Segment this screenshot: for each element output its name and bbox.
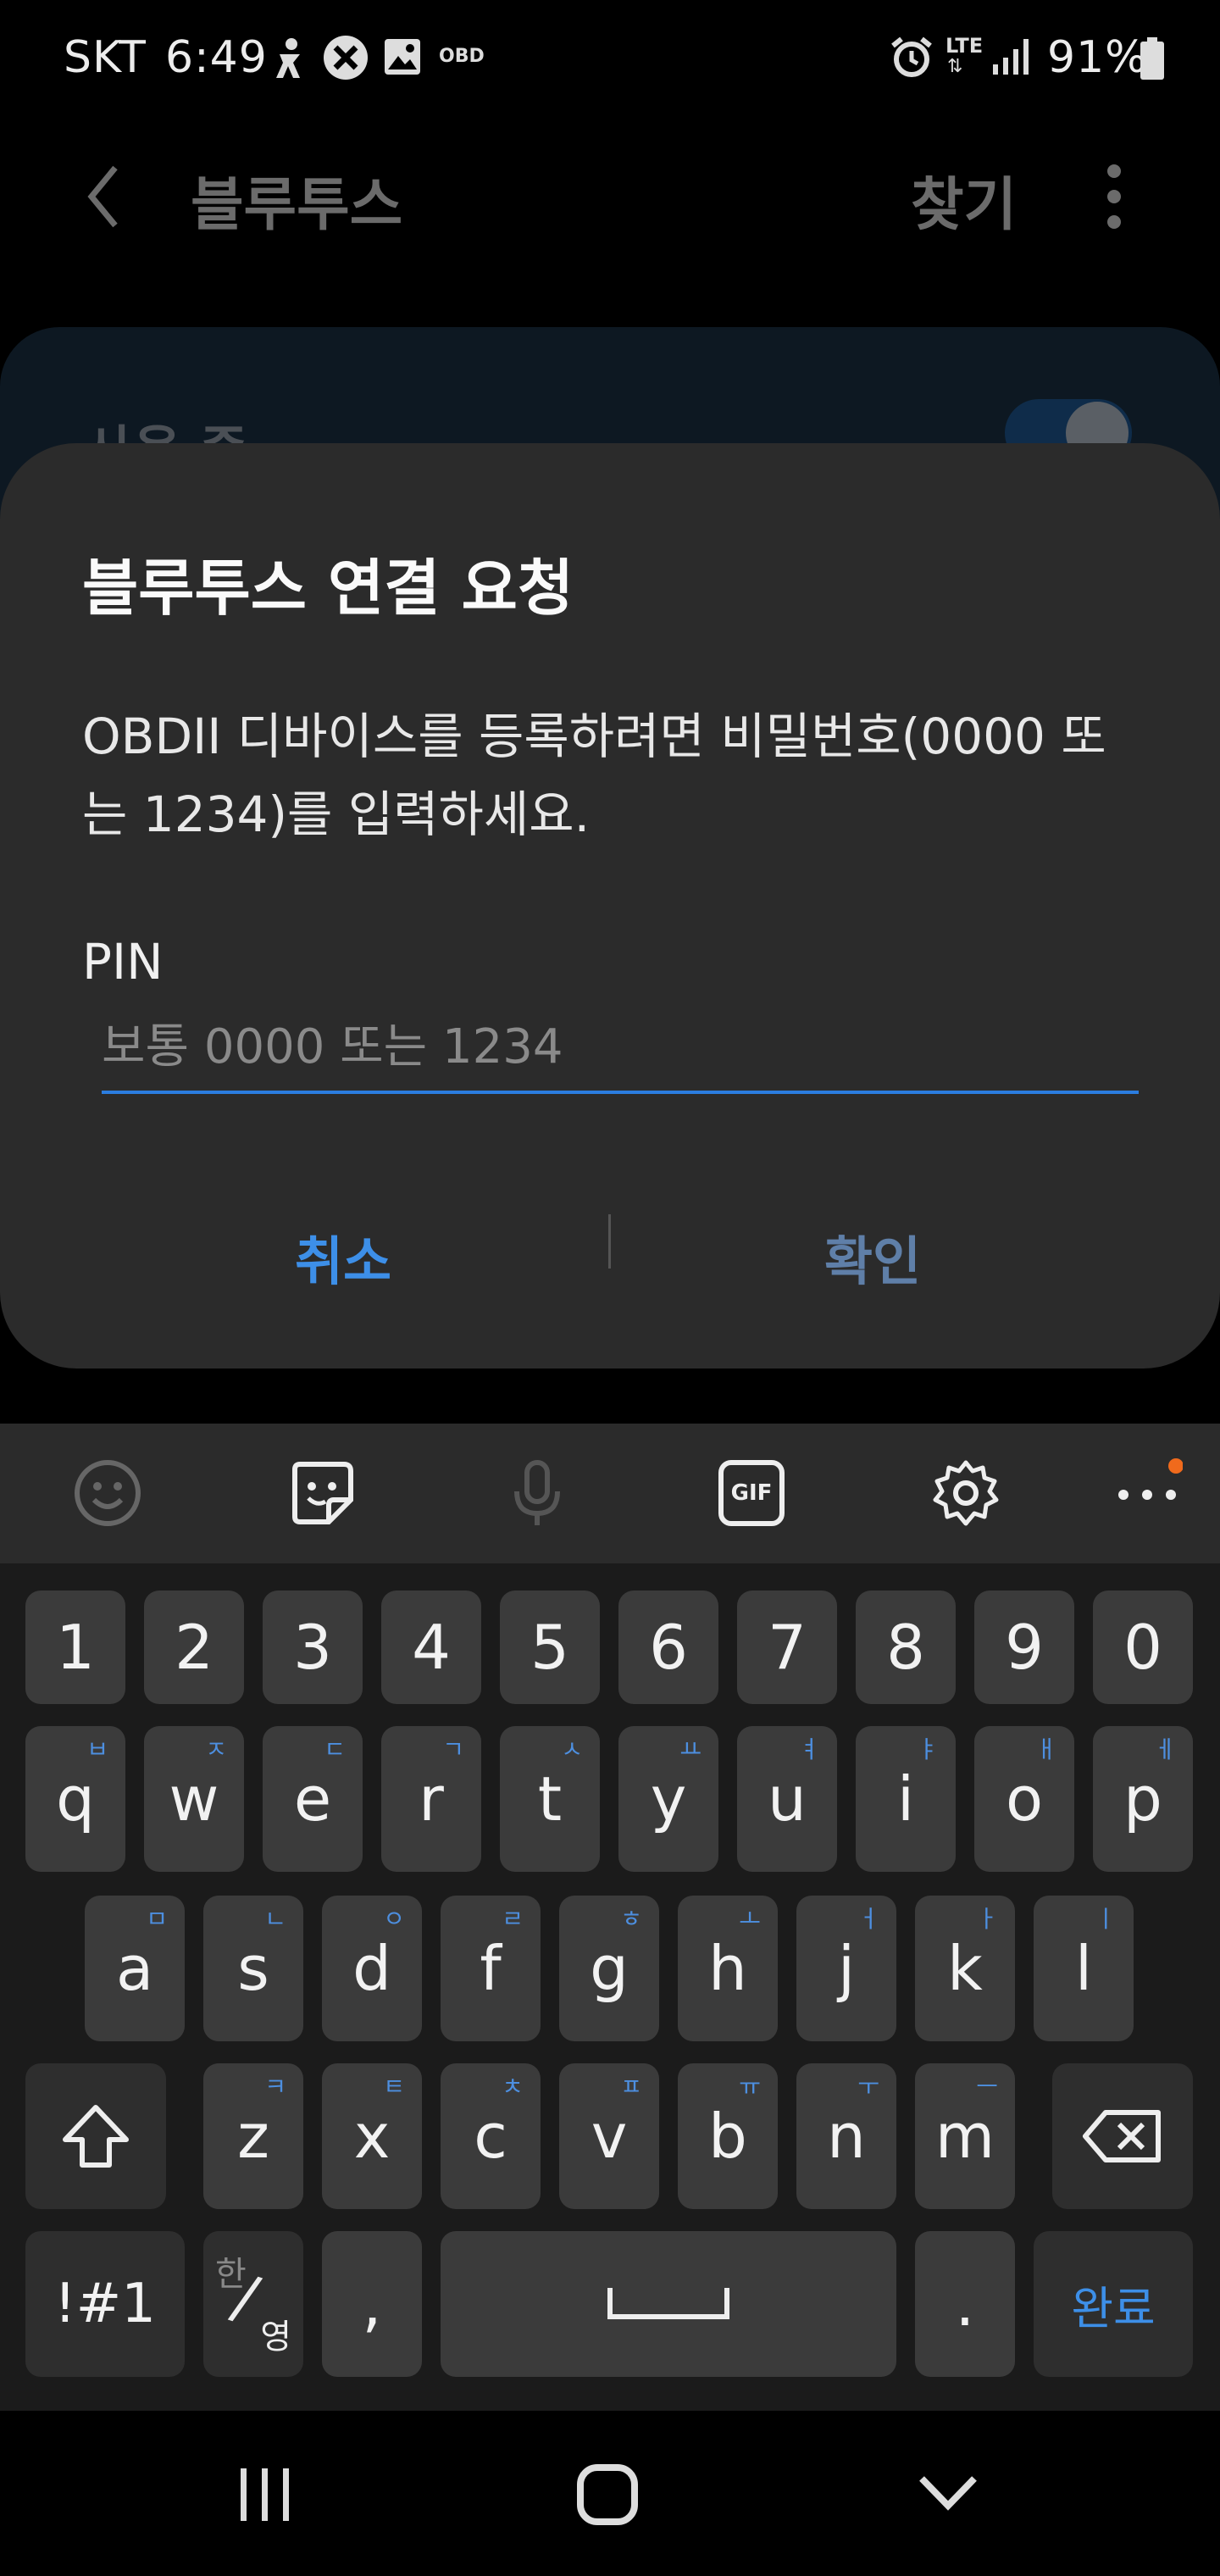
shift-icon	[63, 2105, 129, 2168]
key-s[interactable]: sㄴ	[203, 1896, 303, 2041]
home-icon[interactable]	[576, 2463, 639, 2529]
key-v[interactable]: vㅍ	[559, 2063, 659, 2209]
page-title: 블루투스	[191, 172, 403, 239]
key-n[interactable]: nㅜ	[796, 2063, 896, 2209]
space-key[interactable]	[441, 2231, 896, 2377]
more-icon[interactable]	[1112, 1457, 1183, 1529]
comma-key[interactable]: ,	[322, 2231, 422, 2377]
space-icon	[607, 2288, 729, 2319]
key-u[interactable]: uㅕ	[737, 1726, 837, 1872]
cancel-button[interactable]: 취소	[106, 1189, 580, 1324]
keyboard: 1 2 3 4 5 6 7 8 9 0 qㅂ wㅈ eㄷ rㄱ tㅅ yㅛ uㅕ…	[0, 1563, 1220, 2411]
symbols-key[interactable]: !#1	[25, 2231, 185, 2377]
search-button[interactable]: 찾기	[911, 158, 1017, 242]
key-l[interactable]: lㅣ	[1034, 1896, 1134, 2041]
key-j[interactable]: jㅓ	[796, 1896, 896, 2041]
key-e[interactable]: eㄷ	[263, 1726, 363, 1872]
lang-english-label: 영	[260, 2318, 291, 2357]
gif-icon[interactable]: GIF	[716, 1457, 787, 1529]
key-b[interactable]: bㅠ	[678, 2063, 778, 2209]
key-1[interactable]: 1	[25, 1591, 125, 1704]
key-d[interactable]: dㅇ	[322, 1896, 422, 2041]
gif-label: GIF	[730, 1480, 773, 1506]
signal-icon	[991, 37, 1030, 80]
backspace-icon	[1083, 2110, 1161, 2162]
obd-notification: OBD	[439, 46, 485, 67]
period-key[interactable]: .	[915, 2231, 1015, 2377]
language-switch-key[interactable]: 한 / 영	[203, 2231, 303, 2377]
blocked-app-icon	[322, 34, 369, 85]
backspace-key[interactable]	[1052, 2063, 1193, 2209]
key-r[interactable]: rㄱ	[381, 1726, 481, 1872]
microphone-icon[interactable]	[502, 1457, 573, 1529]
key-h[interactable]: hㅗ	[678, 1896, 778, 2041]
key-z[interactable]: zㅋ	[203, 2063, 303, 2209]
key-8[interactable]: 8	[856, 1591, 956, 1704]
clock: 6:49	[165, 32, 268, 83]
key-y[interactable]: yㅛ	[618, 1726, 718, 1872]
confirm-button[interactable]: 확인	[635, 1189, 1110, 1324]
done-key[interactable]: 완료	[1034, 2231, 1193, 2377]
recent-apps-icon[interactable]	[237, 2465, 293, 2528]
status-bar: SKT 6:49 OBD LTE ⇅ 91%	[0, 0, 1220, 119]
key-t[interactable]: tㅅ	[500, 1726, 600, 1872]
key-m[interactable]: mㅡ	[915, 2063, 1015, 2209]
key-w[interactable]: wㅈ	[144, 1726, 244, 1872]
key-3[interactable]: 3	[263, 1591, 363, 1704]
dialog-message: OBDII 디바이스를 등록하려면 비밀번호(0000 또는 1234)를 입력…	[82, 708, 1106, 843]
key-i[interactable]: iㅑ	[856, 1726, 956, 1872]
emoji-icon[interactable]	[72, 1457, 143, 1529]
accessibility-icon	[271, 37, 308, 85]
settings-icon[interactable]	[930, 1457, 1001, 1529]
sticker-icon[interactable]	[286, 1457, 358, 1529]
key-9[interactable]: 9	[974, 1591, 1074, 1704]
pin-label: PIN	[82, 933, 164, 991]
key-p[interactable]: pㅔ	[1093, 1726, 1193, 1872]
more-options-icon[interactable]	[1106, 163, 1123, 234]
key-o[interactable]: oㅐ	[974, 1726, 1074, 1872]
shift-key[interactable]	[25, 2063, 166, 2209]
key-f[interactable]: fㄹ	[441, 1896, 541, 2041]
key-4[interactable]: 4	[381, 1591, 481, 1704]
network-type: LTE	[946, 34, 984, 58]
key-7[interactable]: 7	[737, 1591, 837, 1704]
back-icon[interactable]	[85, 163, 122, 234]
navigation-bar	[0, 2411, 1220, 2576]
key-5[interactable]: 5	[500, 1591, 600, 1704]
key-c[interactable]: cㅊ	[441, 2063, 541, 2209]
key-x[interactable]: xㅌ	[322, 2063, 422, 2209]
battery-percent: 91%	[1047, 32, 1148, 83]
key-g[interactable]: gㅎ	[559, 1896, 659, 2041]
button-divider	[608, 1214, 611, 1269]
key-q[interactable]: qㅂ	[25, 1726, 125, 1872]
key-2[interactable]: 2	[144, 1591, 244, 1704]
dialog-title: 블루투스 연결 요청	[82, 552, 574, 624]
alarm-icon	[890, 36, 934, 83]
key-0[interactable]: 0	[1093, 1591, 1193, 1704]
battery-icon	[1140, 37, 1164, 83]
pin-input[interactable]	[102, 1002, 1139, 1094]
image-icon	[383, 37, 422, 80]
key-a[interactable]: aㅁ	[85, 1896, 185, 2041]
key-6[interactable]: 6	[618, 1591, 718, 1704]
key-k[interactable]: kㅏ	[915, 1896, 1015, 2041]
keyboard-toolbar: GIF	[0, 1424, 1220, 1563]
carrier: SKT	[64, 32, 147, 83]
data-arrows-icon: ⇅	[947, 56, 963, 77]
hide-keyboard-icon[interactable]	[917, 2473, 979, 2516]
bluetooth-pairing-dialog: 블루투스 연결 요청 OBDII 디바이스를 등록하려면 비밀번호(0000 또…	[0, 443, 1220, 1368]
